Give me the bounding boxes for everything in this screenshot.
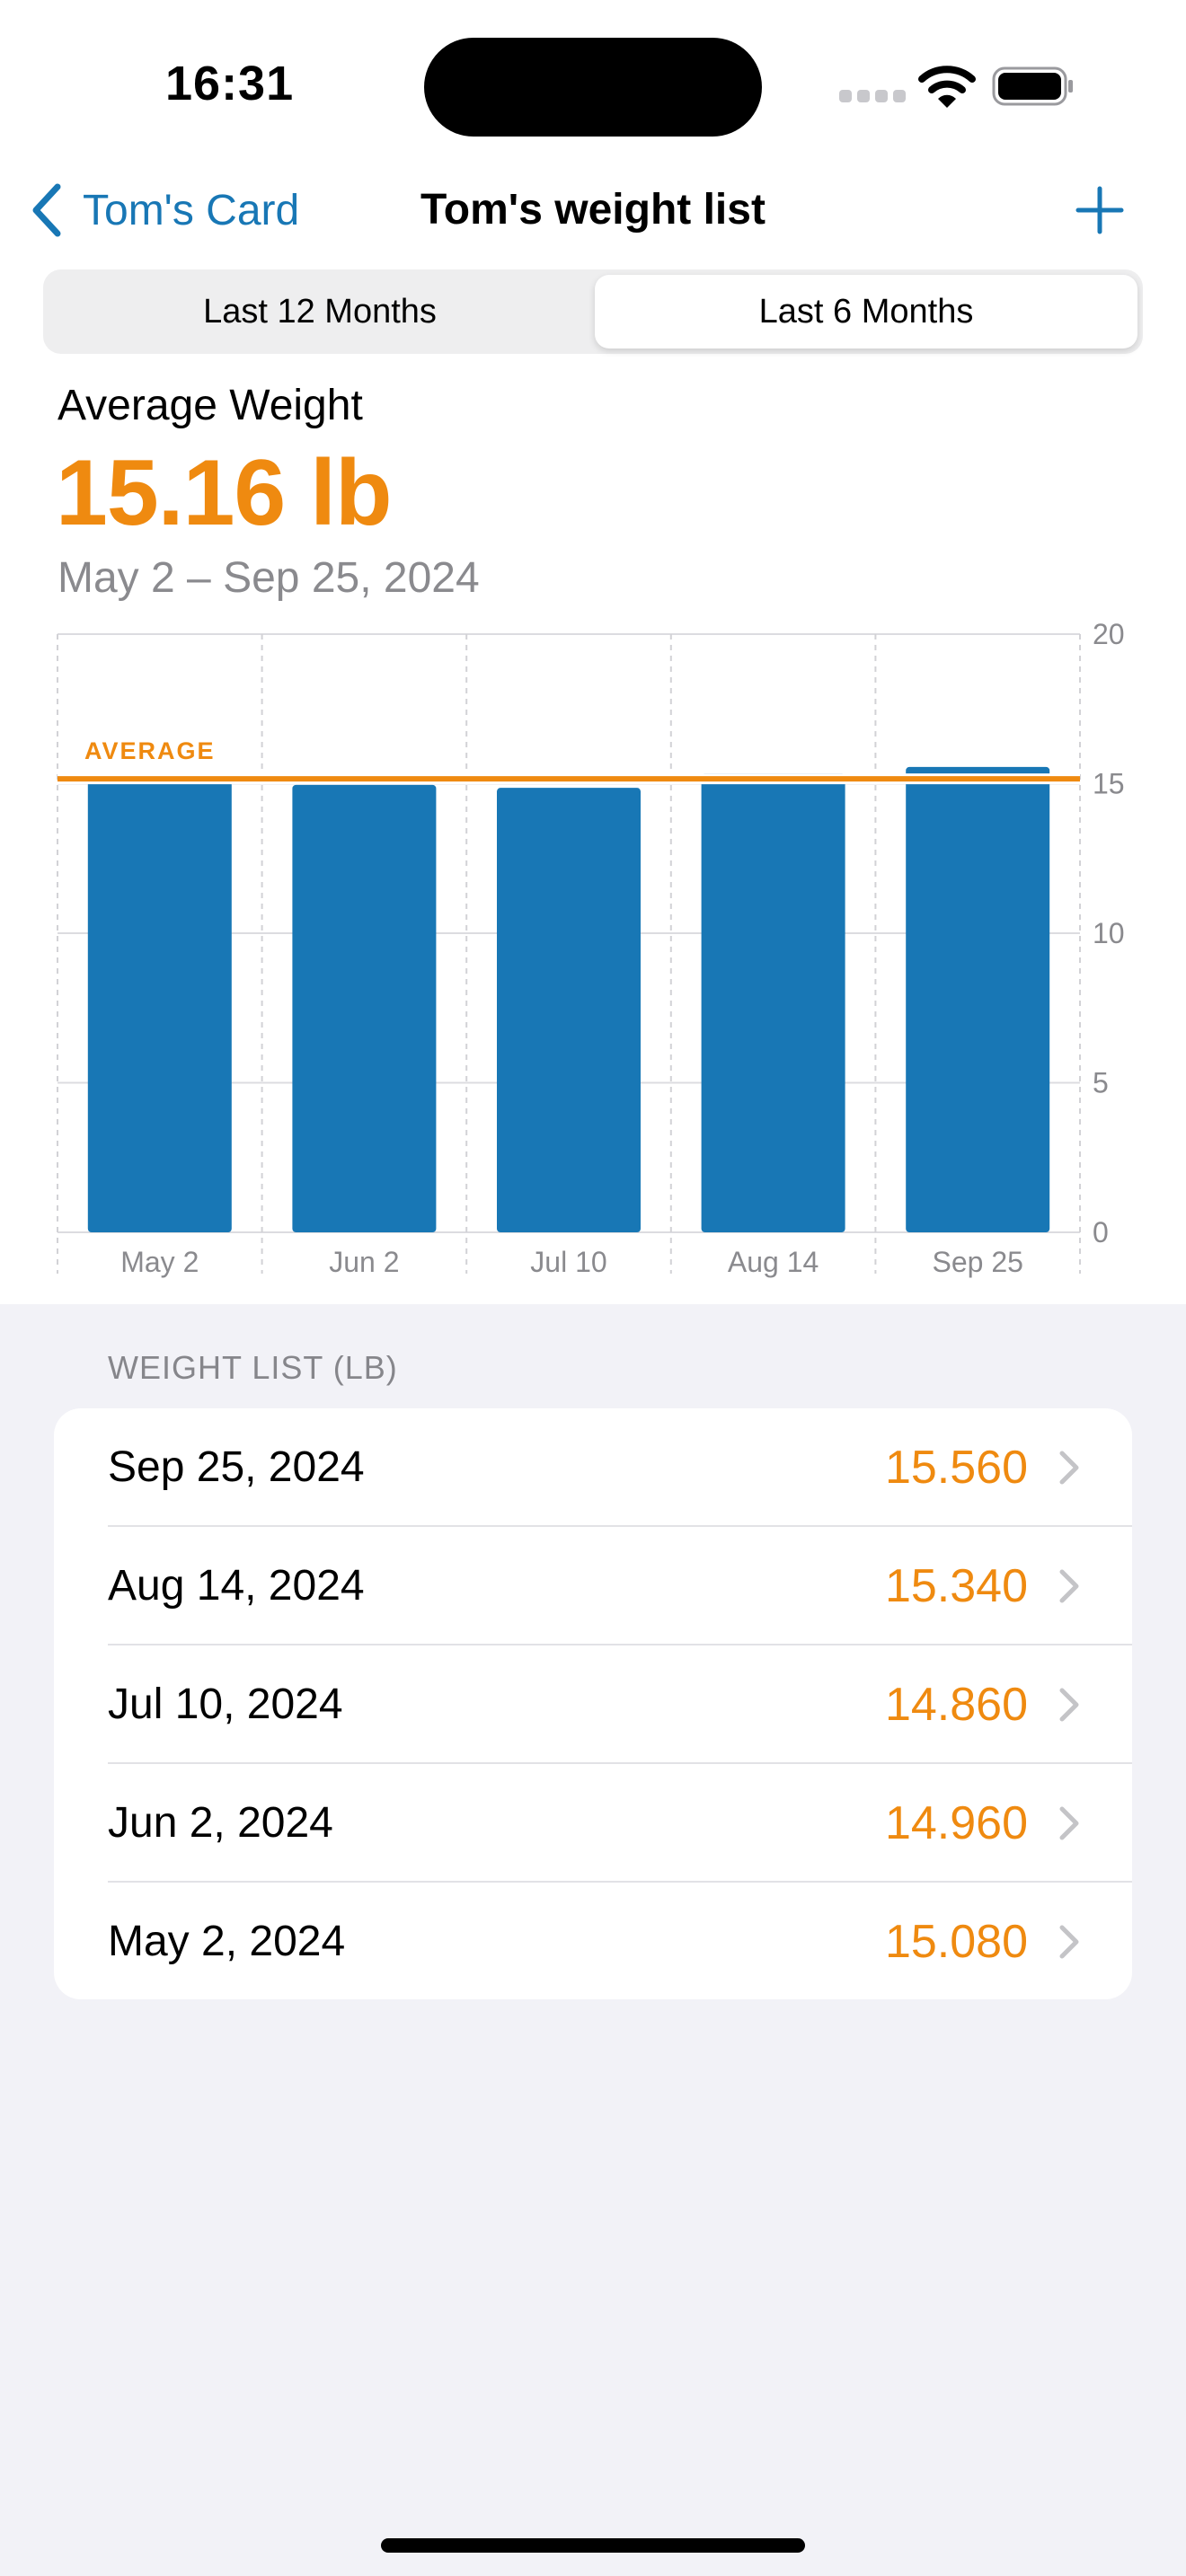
x-tick-label: Aug 14 xyxy=(728,1246,819,1278)
entry-date: May 2, 2024 xyxy=(108,1918,346,1965)
segment-last-12-months[interactable]: Last 12 Months xyxy=(49,275,591,348)
list-item[interactable]: Sep 25, 2024 15.560 xyxy=(54,1408,1132,1527)
y-tick-label: 15 xyxy=(1093,768,1125,800)
weight-bar-chart: 0 5 10 15 20 May 2 Jun 2 Jul 10 Aug 14 Sep 25 AVER… xyxy=(57,620,1125,1278)
cellular-signal-icon xyxy=(839,90,911,107)
average-weight-value: 15.16 lb xyxy=(56,441,393,545)
entry-weight: 15.340 xyxy=(884,1560,1028,1612)
chevron-right-icon xyxy=(1059,1688,1079,1722)
wifi-icon xyxy=(918,63,976,114)
list-item[interactable]: Jun 2, 2024 14.960 xyxy=(54,1764,1132,1883)
chevron-right-icon xyxy=(1059,1925,1079,1959)
date-range: May 2 – Sep 25, 2024 xyxy=(58,554,480,602)
entry-weight: 15.080 xyxy=(884,1916,1028,1968)
list-header: WEIGHT LIST (LB) xyxy=(108,1349,398,1386)
add-button[interactable] xyxy=(1073,183,1127,237)
y-tick-label: 20 xyxy=(1093,620,1125,650)
entry-weight: 14.960 xyxy=(884,1797,1028,1849)
x-tick-label: Sep 25 xyxy=(932,1246,1022,1278)
entry-date: Sep 25, 2024 xyxy=(108,1443,365,1491)
home-indicator xyxy=(381,2538,805,2553)
segment-last-6-months[interactable]: Last 6 Months xyxy=(595,275,1137,348)
entry-date: Jun 2, 2024 xyxy=(108,1799,333,1847)
chevron-right-icon xyxy=(1059,1806,1079,1840)
y-tick-label: 5 xyxy=(1093,1067,1109,1099)
bar xyxy=(292,784,437,1232)
period-segmented-control: Last 12 Months Last 6 Months xyxy=(43,269,1143,354)
x-tick-label: Jun 2 xyxy=(329,1246,399,1278)
average-weight-label: Average Weight xyxy=(58,382,363,429)
y-tick-label: 0 xyxy=(1093,1216,1109,1248)
x-tick-label: Jul 10 xyxy=(530,1246,606,1278)
chevron-right-icon xyxy=(1059,1569,1079,1603)
weight-list: Sep 25, 2024 15.560 Aug 14, 2024 15.340 … xyxy=(54,1408,1132,1999)
plus-icon xyxy=(1075,186,1124,234)
bar xyxy=(87,781,232,1232)
status-time: 16:31 xyxy=(165,57,295,110)
list-item[interactable]: Jul 10, 2024 14.860 xyxy=(54,1645,1132,1764)
entry-weight: 15.560 xyxy=(884,1442,1028,1494)
bar xyxy=(701,773,845,1232)
entry-weight: 14.860 xyxy=(884,1679,1028,1731)
chevron-right-icon xyxy=(1059,1451,1079,1485)
entry-date: Aug 14, 2024 xyxy=(108,1562,365,1610)
dynamic-island xyxy=(424,38,762,137)
average-label: AVERAGE xyxy=(84,737,216,764)
battery-icon xyxy=(992,66,1075,110)
page-title: Tom's weight list xyxy=(420,186,766,234)
list-item[interactable]: Aug 14, 2024 15.340 xyxy=(54,1527,1132,1645)
bar xyxy=(497,788,641,1232)
list-item[interactable]: May 2, 2024 15.080 xyxy=(54,1883,1132,1999)
x-tick-label: May 2 xyxy=(120,1246,199,1278)
entry-date: Jul 10, 2024 xyxy=(108,1681,343,1728)
bar xyxy=(906,766,1050,1232)
y-tick-label: 10 xyxy=(1093,917,1125,949)
